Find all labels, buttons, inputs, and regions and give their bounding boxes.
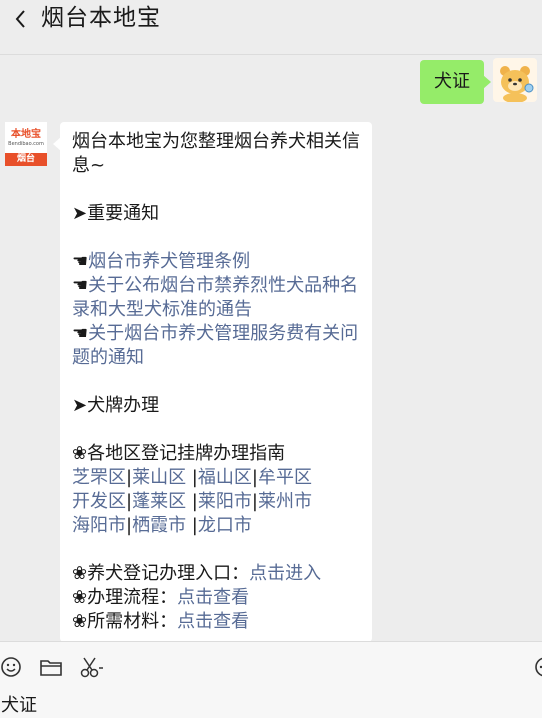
district-row: 海阳市|栖霞市 |龙口市 [72,515,252,536]
district-link[interactable]: 莱山区 [132,467,186,488]
district-link[interactable]: 芝罘区 [72,467,126,488]
process-label: ❀办理流程： [72,587,178,608]
emoji-icon[interactable] [0,654,26,680]
pointing-hand-icon: ☚ [72,251,89,272]
chat-history-icon[interactable] [532,654,542,680]
pointing-hand-icon: ☚ [72,323,89,344]
bear-icon [500,66,534,102]
district-row: 芝罘区|莱山区 |福山区|牟平区 [72,467,312,488]
district-link[interactable]: 蓬莱区 [132,491,186,512]
input-toolbar: 犬证 [0,641,542,718]
bot-message-bubble[interactable]: 烟台本地宝为您整理烟台养犬相关信 息~ ➤重要通知 ☚烟台市养犬管理条例 ☚关于… [53,122,372,642]
user-message-bubble[interactable]: 犬证 [420,60,491,104]
chat-header: 烟台本地宝 [0,0,542,55]
district-link[interactable]: 开发区 [72,491,126,512]
materials-label: ❀所需材料： [72,611,178,632]
chat-title: 烟台本地宝 [41,5,161,31]
district-link[interactable]: 海阳市 [72,515,126,536]
district-link[interactable]: 栖霞市 [132,515,186,536]
notice-link[interactable]: 录和大型犬标准的通告 [72,299,252,320]
bot-message-text: 烟台本地宝为您整理烟台养犬相关信 息~ ➤重要通知 ☚烟台市养犬管理条例 ☚关于… [72,130,368,634]
notice-link[interactable]: 题的通知 [72,347,144,368]
district-link[interactable]: 福山区 [198,467,252,488]
scissors-icon[interactable] [78,654,104,680]
back-icon[interactable] [8,4,34,34]
district-link[interactable]: 莱州市 [258,491,312,512]
entry-label: ❀养犬登记办理入口： [72,563,250,584]
intro-line: 烟台本地宝为您整理烟台养犬相关信 [72,131,360,152]
logo-city: 烟台 [16,154,35,164]
notice-link[interactable]: 关于公布烟台市禁养烈性犬品种名 [88,275,358,296]
entry-link[interactable]: 点击进入 [249,563,321,584]
message-input[interactable]: 犬证 [1,694,37,718]
guide-heading: ❀各地区登记挂牌办理指南 [72,443,286,464]
materials-link[interactable]: 点击查看 [177,611,249,632]
bot-avatar[interactable]: 本地宝 Bendibao.com 烟台 [5,122,47,166]
section-heading: ➤犬牌办理 [72,395,160,416]
logo: 本地宝 Bendibao.com [5,122,47,153]
user-avatar[interactable] [493,58,537,102]
district-link[interactable]: 牟平区 [258,467,312,488]
section-heading: ➤重要通知 [72,203,160,224]
user-message-text: 犬证 [434,71,470,92]
folder-icon[interactable] [38,654,64,680]
district-link[interactable]: 莱阳市 [198,491,252,512]
notice-link[interactable]: 烟台市养犬管理条例 [88,251,250,272]
intro-line: 息~ [72,155,106,176]
message-list[interactable]: 犬证 本地宝 Bendibao.com 烟台 烟台本地宝为您整理烟台养犬相关信 … [0,55,542,642]
process-link[interactable]: 点击查看 [177,587,249,608]
pointing-hand-icon: ☚ [72,275,89,296]
district-link[interactable]: 龙口市 [198,515,252,536]
district-row: 开发区|蓬莱区 |莱阳市|莱州市 [72,491,312,512]
notice-link[interactable]: 关于烟台市养犬管理服务费有关问 [88,323,358,344]
